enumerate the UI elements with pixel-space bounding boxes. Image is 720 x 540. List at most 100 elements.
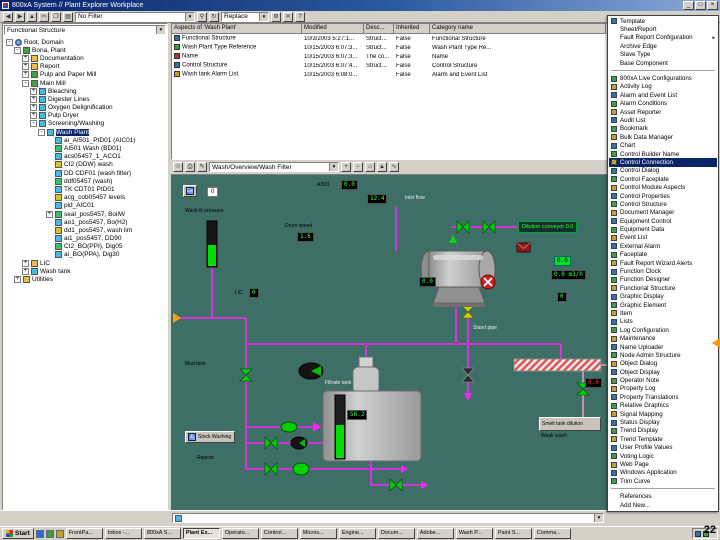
valve-bottom-2[interactable] bbox=[264, 462, 278, 476]
paste-icon[interactable]: ▤ bbox=[63, 11, 73, 22]
close-button[interactable]: × bbox=[707, 1, 718, 10]
copy-icon[interactable]: ❐ bbox=[51, 11, 61, 22]
aspect-row[interactable]: Control Structure 10/15/2003 6:07:4... Str… bbox=[172, 61, 606, 70]
tree-expander[interactable]: + bbox=[22, 267, 29, 275]
pin-icon[interactable]: ☉ bbox=[173, 162, 183, 172]
menu-item[interactable]: Slave Type bbox=[609, 51, 717, 59]
menu-item[interactable]: Functional Structure bbox=[609, 284, 717, 292]
menu-item[interactable]: Add New... bbox=[609, 501, 717, 509]
chevron-down-icon[interactable]: ▼ bbox=[594, 514, 603, 522]
menu-item[interactable]: Fault Report Wizard Alerts bbox=[609, 259, 717, 267]
menu-item[interactable]: Trend Template bbox=[609, 435, 717, 443]
tree-expander[interactable]: + bbox=[30, 104, 37, 112]
menu-item[interactable]: Trim Curve bbox=[609, 477, 717, 485]
print-icon[interactable]: ⎙ bbox=[185, 162, 195, 172]
tree-expander[interactable]: + bbox=[46, 210, 53, 218]
quick-launch-icon[interactable] bbox=[45, 529, 54, 538]
menu-item[interactable]: Control Structure bbox=[609, 200, 717, 208]
menu-item[interactable]: Template bbox=[609, 17, 717, 25]
taskbar-button[interactable]: Paint S... bbox=[494, 528, 532, 539]
tree-expander[interactable]: + bbox=[30, 87, 37, 95]
pump-bottom[interactable] bbox=[290, 436, 308, 450]
tree-node[interactable]: + seal_pos5457, BoilW bbox=[4, 210, 166, 218]
aspect-row[interactable]: Wash Plant Type Reference 10/15/2003 6:07… bbox=[172, 43, 606, 52]
menu-item[interactable]: Web Page bbox=[609, 460, 717, 468]
pump-filtrate[interactable] bbox=[298, 362, 324, 380]
menu-item[interactable]: Document Manager bbox=[609, 209, 717, 217]
taskbar-button[interactable]: Control... bbox=[260, 528, 298, 539]
menu-item[interactable]: Property Translations bbox=[609, 393, 717, 401]
tree-expander[interactable]: - bbox=[30, 120, 37, 128]
tree-node[interactable]: + Wash tank bbox=[4, 267, 166, 275]
home-icon[interactable]: ⌂ bbox=[365, 162, 375, 172]
tree-node[interactable]: ai1_pos5457, DD90 bbox=[4, 235, 166, 243]
menu-item[interactable]: Alarm and Event List bbox=[609, 91, 717, 99]
taskbar-button[interactable]: Adobe... bbox=[416, 528, 454, 539]
tree-node[interactable]: ao1_pos5457, Bo(H2) bbox=[4, 218, 166, 226]
menu-item[interactable]: Lists bbox=[609, 318, 717, 326]
valve-outlet[interactable] bbox=[389, 478, 403, 492]
minimize-button[interactable]: _ bbox=[683, 1, 694, 10]
column-header[interactable]: Aspects of 'Wash Plant' bbox=[172, 24, 302, 34]
valve-dilution-2[interactable] bbox=[482, 220, 496, 234]
tree-node[interactable]: CI2 (DDW) wash bbox=[4, 161, 166, 169]
valve-drum-yellow[interactable] bbox=[461, 305, 475, 319]
tree-node[interactable]: acg_cob05457 levels bbox=[4, 194, 166, 202]
menu-item[interactable]: Equipment Data bbox=[609, 225, 717, 233]
tree-expander[interactable]: - bbox=[22, 79, 29, 87]
menu-item[interactable]: Event List bbox=[609, 234, 717, 242]
quick-launch-icon[interactable] bbox=[55, 529, 64, 538]
valve-bottom-1[interactable] bbox=[264, 436, 278, 450]
zoom-out-icon[interactable]: − bbox=[353, 162, 363, 172]
tree-node[interactable]: + LIC bbox=[4, 259, 166, 267]
taskbar-button[interactable]: Wash P... bbox=[455, 528, 493, 539]
menu-item[interactable]: Operator Note bbox=[609, 376, 717, 384]
taskbar-button[interactable]: Inbox -... bbox=[104, 528, 142, 539]
tree-node[interactable]: ai_AI501_PID01 (AIC01) bbox=[4, 136, 166, 144]
tree-node[interactable]: - Root, Domain bbox=[4, 38, 166, 46]
scroll-marker-icon[interactable] bbox=[712, 338, 720, 348]
chevron-down-icon[interactable]: ▼ bbox=[185, 12, 194, 21]
tree-node[interactable]: + Documentation bbox=[4, 54, 166, 62]
tree-node[interactable]: acs05457_1_ACO1 bbox=[4, 153, 166, 161]
aspect-row[interactable]: Name 10/15/2003 6:07:3... The co... False Na… bbox=[172, 52, 606, 61]
replace-combo[interactable]: Replace ▼ bbox=[221, 11, 269, 22]
tree-node[interactable]: + Oxygen Delignification bbox=[4, 104, 166, 112]
column-header[interactable]: Inherited bbox=[394, 24, 430, 34]
tree-node[interactable]: AI501 Wash (BD01) bbox=[4, 144, 166, 153]
pump-running-indicator-2[interactable] bbox=[280, 421, 298, 433]
tree-expander[interactable]: + bbox=[22, 54, 29, 62]
structure-selector-combo[interactable]: Functional Structure ▼ bbox=[4, 25, 166, 35]
menu-item[interactable]: Archive Edge bbox=[609, 42, 717, 50]
wash-tank-level-gauge[interactable] bbox=[206, 220, 218, 268]
delete-icon[interactable]: ✕ bbox=[283, 11, 293, 22]
taskbar-button[interactable]: Comma... bbox=[533, 528, 571, 539]
tree-node[interactable]: ddf05457 (wash) bbox=[4, 177, 166, 185]
properties-icon[interactable]: ⚙ bbox=[271, 11, 281, 22]
menu-item[interactable]: Equipment Control bbox=[609, 217, 717, 225]
taskbar-button[interactable]: Micros... bbox=[299, 528, 337, 539]
quick-launch-icon[interactable] bbox=[35, 529, 44, 538]
menu-item[interactable]: Base Component bbox=[609, 59, 717, 67]
tree-expander[interactable]: + bbox=[22, 71, 29, 79]
menu-item[interactable]: Node Admin Structure bbox=[609, 351, 717, 359]
menu-item[interactable]: Voting Logic bbox=[609, 452, 717, 460]
menu-item[interactable]: Property Log bbox=[609, 385, 717, 393]
menu-item[interactable]: User Profile Values bbox=[609, 444, 717, 452]
tree-expander[interactable]: + bbox=[14, 276, 21, 284]
column-header[interactable]: Modified bbox=[302, 24, 364, 34]
message-icon[interactable] bbox=[516, 242, 531, 253]
menu-item[interactable]: Control Builder Name bbox=[609, 150, 717, 158]
help-icon[interactable]: ? bbox=[295, 11, 305, 22]
menu-item[interactable]: Control Module Aspects bbox=[609, 183, 717, 191]
menu-item[interactable]: Signal Mapping bbox=[609, 410, 717, 418]
find-icon[interactable]: ⚲ bbox=[197, 11, 207, 22]
back-icon[interactable]: ◀ bbox=[3, 11, 13, 22]
cut-icon[interactable]: ✂ bbox=[39, 11, 49, 22]
menu-item[interactable]: Trend Display bbox=[609, 427, 717, 435]
menu-item[interactable]: Status Display bbox=[609, 418, 717, 426]
menu-item[interactable]: Control Properties bbox=[609, 192, 717, 200]
up-icon[interactable]: ▲ bbox=[27, 11, 37, 22]
smelt-dilution-button[interactable]: Smelt tank dilution bbox=[539, 417, 601, 431]
valve-stand-pipe[interactable] bbox=[461, 367, 475, 383]
